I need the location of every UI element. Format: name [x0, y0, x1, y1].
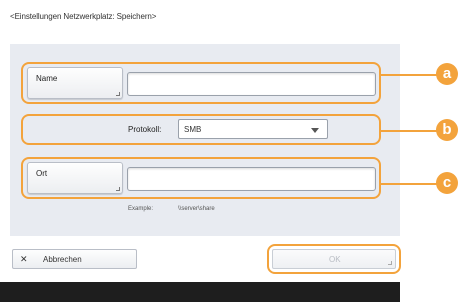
callout-line-c: [381, 183, 437, 185]
name-button[interactable]: Name: [27, 67, 123, 99]
corner-marker-icon: [388, 261, 392, 265]
protocol-value: SMB: [184, 125, 202, 134]
page-title: <Einstellungen Netzwerkplatz: Speichern>: [10, 12, 157, 21]
name-field[interactable]: [127, 72, 376, 96]
callout-line-a: [381, 74, 437, 76]
name-button-label: Name: [36, 74, 58, 83]
cancel-button[interactable]: ✕ Abbrechen: [12, 249, 137, 269]
location-field[interactable]: [127, 167, 376, 191]
corner-marker-icon: [116, 187, 120, 191]
protocol-select[interactable]: SMB: [178, 119, 328, 139]
callout-badge-c: c: [436, 172, 458, 194]
corner-marker-icon: [116, 92, 120, 96]
example-value: \\server\share: [178, 206, 215, 212]
ok-button-label: OK: [329, 255, 341, 264]
location-button[interactable]: Ort: [27, 162, 123, 194]
bottom-status-bar: [0, 282, 400, 302]
cancel-button-label: Abbrechen: [43, 255, 82, 264]
ok-button[interactable]: OK: [272, 249, 396, 269]
protocol-label: Protokoll:: [128, 125, 162, 134]
callout-line-b: [381, 130, 437, 132]
chevron-down-icon: [311, 128, 319, 133]
location-button-label: Ort: [36, 169, 48, 178]
example-label: Example:: [128, 206, 154, 212]
callout-badge-a: a: [436, 63, 458, 85]
callout-badge-b: b: [436, 119, 458, 141]
close-icon: ✕: [20, 254, 28, 264]
